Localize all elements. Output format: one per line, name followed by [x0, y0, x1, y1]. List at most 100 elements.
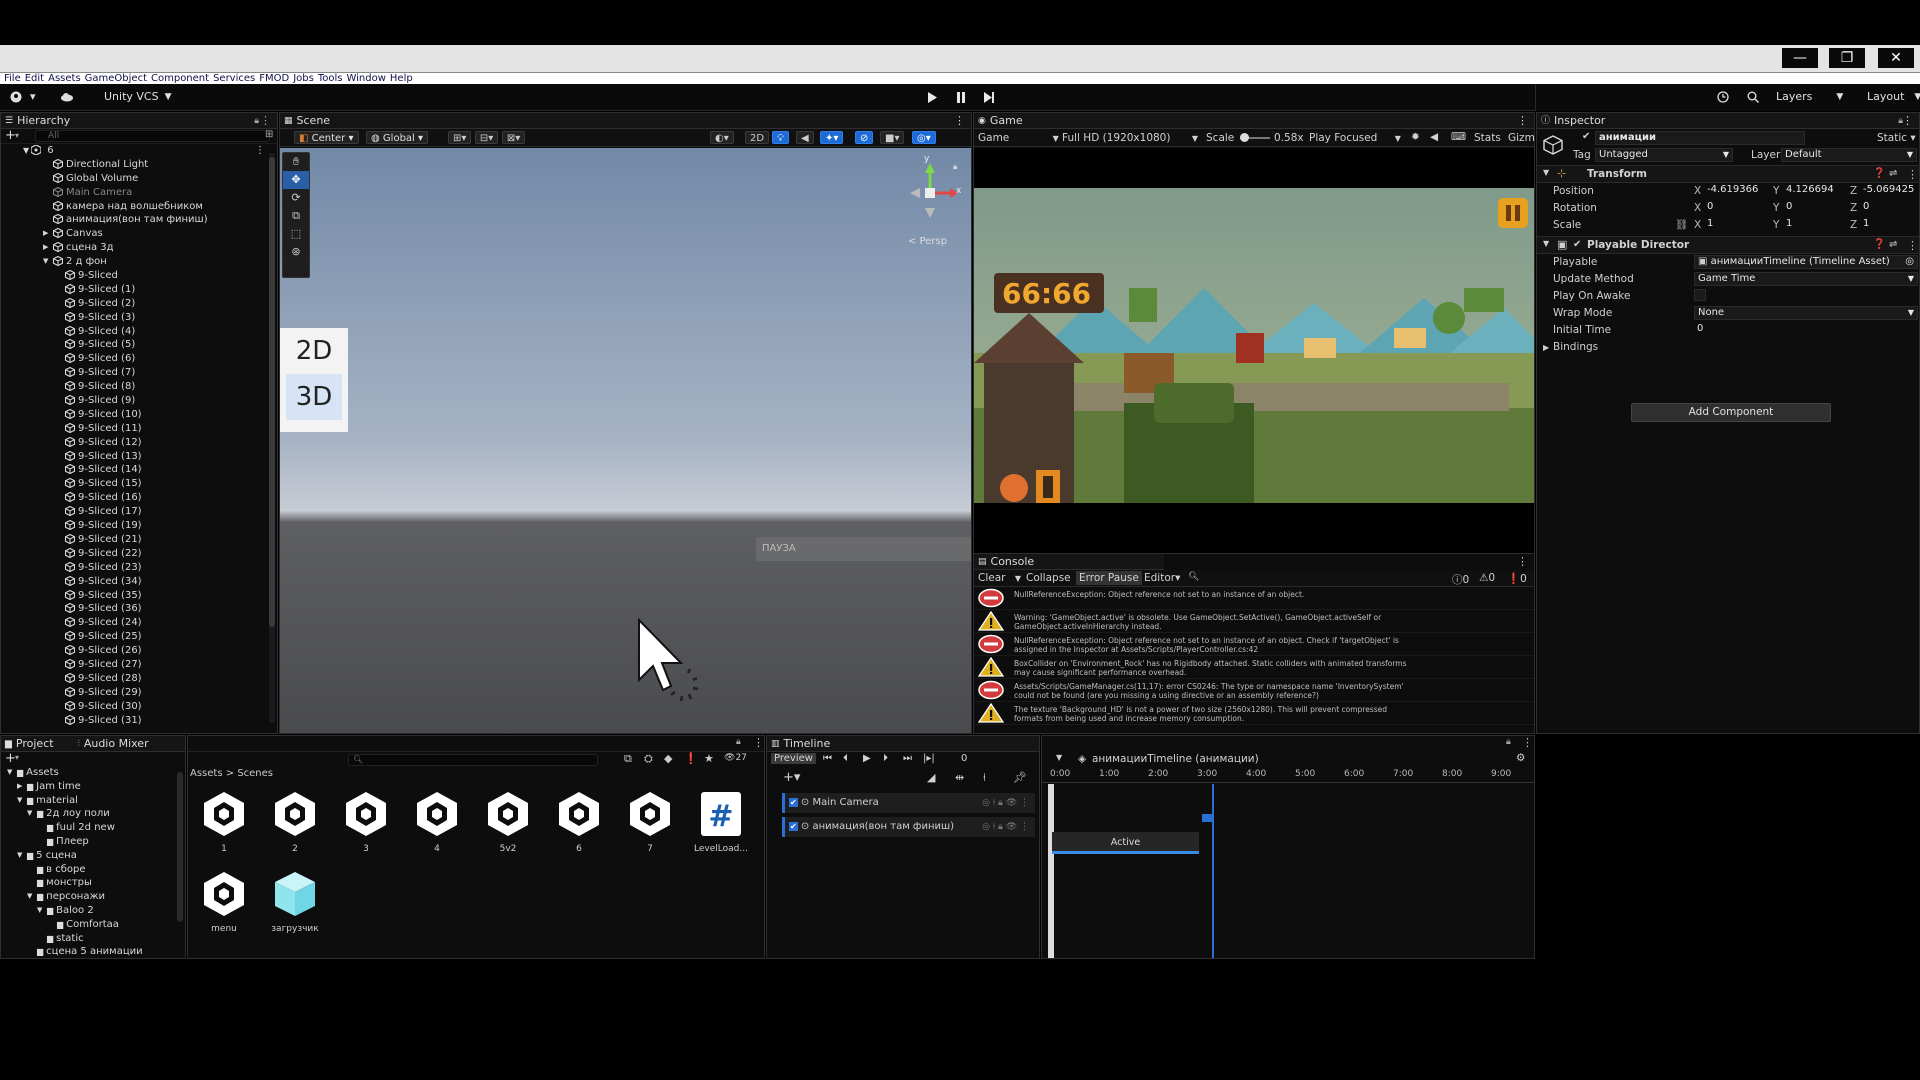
hierarchy-item[interactable]: Main Camera	[1, 186, 277, 200]
expand-arrow-icon[interactable]: ▼	[37, 904, 42, 918]
gizmos-button[interactable]: Gizmos	[1508, 132, 1534, 144]
timeline-track[interactable]: ✔ ⊙ Main Camera ◎ ⍿ 🔒︎ 👁︎ ⋮	[782, 793, 1035, 813]
filter-icon[interactable]: ⊞	[265, 129, 273, 140]
rect-tool-icon[interactable]: ⬚	[283, 225, 309, 243]
hierarchy-item[interactable]: ▶ Canvas	[1, 227, 277, 241]
more-icon[interactable]: ⋮	[1517, 555, 1528, 568]
game-tab[interactable]: ◉ Game ⋮	[974, 113, 1534, 129]
active-checkbox[interactable]: ✔	[1582, 131, 1590, 142]
track-controls[interactable]: ◎ ⍿ 🔒︎ 👁︎ ⋮	[982, 793, 1029, 813]
scale-y-field[interactable]: 1	[1783, 218, 1845, 232]
hierarchy-item[interactable]: камера над волшебником	[1, 200, 277, 214]
help-icon[interactable]: ❓	[1873, 239, 1885, 250]
expand-arrow-icon[interactable]: ▼	[17, 794, 22, 808]
effects-toggle[interactable]: ✦▾	[820, 131, 844, 144]
lighting-toggle[interactable]: 💡︎	[772, 131, 789, 144]
breadcrumb-scenes[interactable]: Scenes	[237, 768, 273, 779]
orientation-gizmo[interactable]: y x 🔒︎ < Persp	[900, 154, 961, 248]
hierarchy-item[interactable]: 9-Sliced (24)	[1, 616, 277, 630]
expand-arrow-icon[interactable]: ▶	[43, 241, 48, 255]
position-z-field[interactable]: -5.069425	[1860, 184, 1920, 198]
help-icon[interactable]: ❓	[1873, 168, 1885, 179]
console-entry[interactable]: BoxCollider on 'Environment_Rock' has no…	[974, 656, 1534, 679]
project-folder[interactable]: ▆ Comfortaa	[1, 918, 185, 932]
link-icon[interactable]: ⛓︎	[1675, 217, 1688, 234]
more-icon[interactable]: ⋮	[260, 113, 271, 129]
hierarchy-item[interactable]: 9-Sliced (16)	[1, 491, 277, 505]
hierarchy-item[interactable]: 9-Sliced (25)	[1, 630, 277, 644]
project-folder[interactable]: ▆ fuul 2d new	[1, 821, 185, 835]
audio-toggle[interactable]: ◀︎	[796, 131, 814, 144]
frame-field[interactable]: 0	[961, 753, 967, 764]
scale-slider[interactable]	[1240, 133, 1270, 142]
hierarchy-item[interactable]: 9-Sliced (29)	[1, 686, 277, 700]
step-button[interactable]	[984, 92, 995, 103]
track-enabled-checkbox[interactable]: ✔	[789, 798, 798, 807]
overlay-3d-button[interactable]: 3D	[286, 374, 342, 420]
hierarchy-item[interactable]: 9-Sliced (1)	[1, 283, 277, 297]
more-icon[interactable]: ⋮	[954, 113, 965, 129]
initial-time-field[interactable]: 0	[1694, 323, 1918, 337]
vcs-dropdown[interactable]: Unity VCS ▼	[104, 90, 172, 103]
editor-dropdown[interactable]: Editor▾	[1144, 572, 1180, 584]
menu-services[interactable]: Services	[213, 73, 255, 85]
hierarchy-item[interactable]: 9-Sliced (2)	[1, 297, 277, 311]
expand-arrow-icon[interactable]: ▶	[43, 227, 48, 241]
bindings-row[interactable]: ▶ Bindings	[1537, 339, 1919, 356]
play-icon[interactable]: ▶︎	[863, 753, 871, 764]
hierarchy-item[interactable]: 9-Sliced (15)	[1, 477, 277, 491]
expand-arrow-icon[interactable]: ▼	[27, 807, 32, 821]
project-asset[interactable]: 1	[194, 788, 254, 854]
transform-tool-icon[interactable]: ⊛	[283, 243, 309, 261]
expand-arrow-icon[interactable]: ▼	[27, 890, 32, 904]
hierarchy-item[interactable]: 9-Sliced (3)	[1, 311, 277, 325]
project-folder[interactable]: ▼ ▆ 2д лоу поли	[1, 807, 185, 821]
tab-project[interactable]: Project	[16, 736, 54, 752]
space-dropdown[interactable]: ◍ Global ▾	[366, 131, 429, 144]
hierarchy-item[interactable]: 9-Sliced	[1, 269, 277, 283]
collapse-button[interactable]: Collapse	[1026, 572, 1071, 584]
log-count-badge[interactable]: ⓘ0	[1452, 572, 1469, 587]
go-to-start-icon[interactable]: ⏮︎	[823, 753, 832, 764]
track-controls[interactable]: ◎ ⍿ 🔒︎ 👁︎ ⋮	[982, 817, 1029, 837]
hierarchy-item[interactable]: 9-Sliced (13)	[1, 450, 277, 464]
play-button[interactable]	[927, 92, 937, 103]
hierarchy-item[interactable]: 9-Sliced (36)	[1, 602, 277, 616]
project-folder[interactable]: ▆ в сборе	[1, 863, 185, 877]
scene-tab[interactable]: ▦ Scene ⋮	[280, 113, 971, 129]
console-entry[interactable]: Assets/Scripts/GameManager.cs(11,17): er…	[974, 679, 1534, 702]
hierarchy-item[interactable]: 9-Sliced (9)	[1, 394, 277, 408]
layout-dropdown[interactable]: Layout ▼	[1867, 90, 1920, 103]
project-search-input[interactable]: 🔍︎	[348, 754, 598, 766]
gear-icon[interactable]: ⚙︎	[1516, 752, 1525, 764]
expand-arrow-icon[interactable]: ▼	[43, 255, 48, 269]
track-enabled-checkbox[interactable]: ✔	[789, 822, 798, 831]
project-asset[interactable]: 6	[549, 788, 609, 854]
minimize-button[interactable]: —	[1782, 48, 1818, 68]
hierarchy-item[interactable]: 9-Sliced (28)	[1, 672, 277, 686]
preview-button[interactable]: Preview	[771, 753, 816, 764]
go-to-end-icon[interactable]: ⏭︎	[903, 753, 912, 764]
hierarchy-item[interactable]: 9-Sliced (8)	[1, 380, 277, 394]
timeline-clip[interactable]: Active	[1052, 832, 1199, 854]
scrollbar-thumb[interactable]	[269, 157, 275, 627]
scale-z-field[interactable]: 1	[1860, 218, 1918, 232]
position-x-field[interactable]: -4.619366	[1704, 184, 1774, 198]
warning-filter-icon[interactable]: ❗	[684, 752, 698, 765]
previous-frame-icon[interactable]: ⏴︎	[843, 753, 848, 764]
more-icon[interactable]: ⋮	[1907, 168, 1918, 181]
hierarchy-item[interactable]: 9-Sliced (17)	[1, 505, 277, 519]
gizmos-dropdown[interactable]: ◎▾	[912, 131, 936, 144]
position-y-field[interactable]: 4.126694	[1783, 184, 1849, 198]
add-component-button[interactable]: Add Component	[1631, 403, 1831, 422]
menu-jobs[interactable]: Jobs	[293, 73, 314, 85]
play-on-awake-checkbox[interactable]	[1694, 289, 1706, 301]
error-pause-button[interactable]: Error Pause	[1076, 571, 1142, 585]
hidden-objects-toggle[interactable]: ⊘	[855, 131, 874, 144]
timeline-ruler[interactable]: 0:00 1:00 2:00 3:00 4:00 5:00 6:00 7:00 8:00 9:00	[1042, 769, 1534, 783]
scene-root[interactable]: ▼ 6 ⋮	[1, 144, 277, 158]
slider-thumb[interactable]	[1240, 133, 1249, 142]
settings-icon[interactable]: ✹	[1411, 131, 1420, 143]
hierarchy-item[interactable]: 9-Sliced (5)	[1, 338, 277, 352]
timeline-track[interactable]: ✔ ⊙ анимация(вон там финиш) ◎ ⍿ 🔒︎ 👁︎ ⋮	[782, 817, 1035, 837]
